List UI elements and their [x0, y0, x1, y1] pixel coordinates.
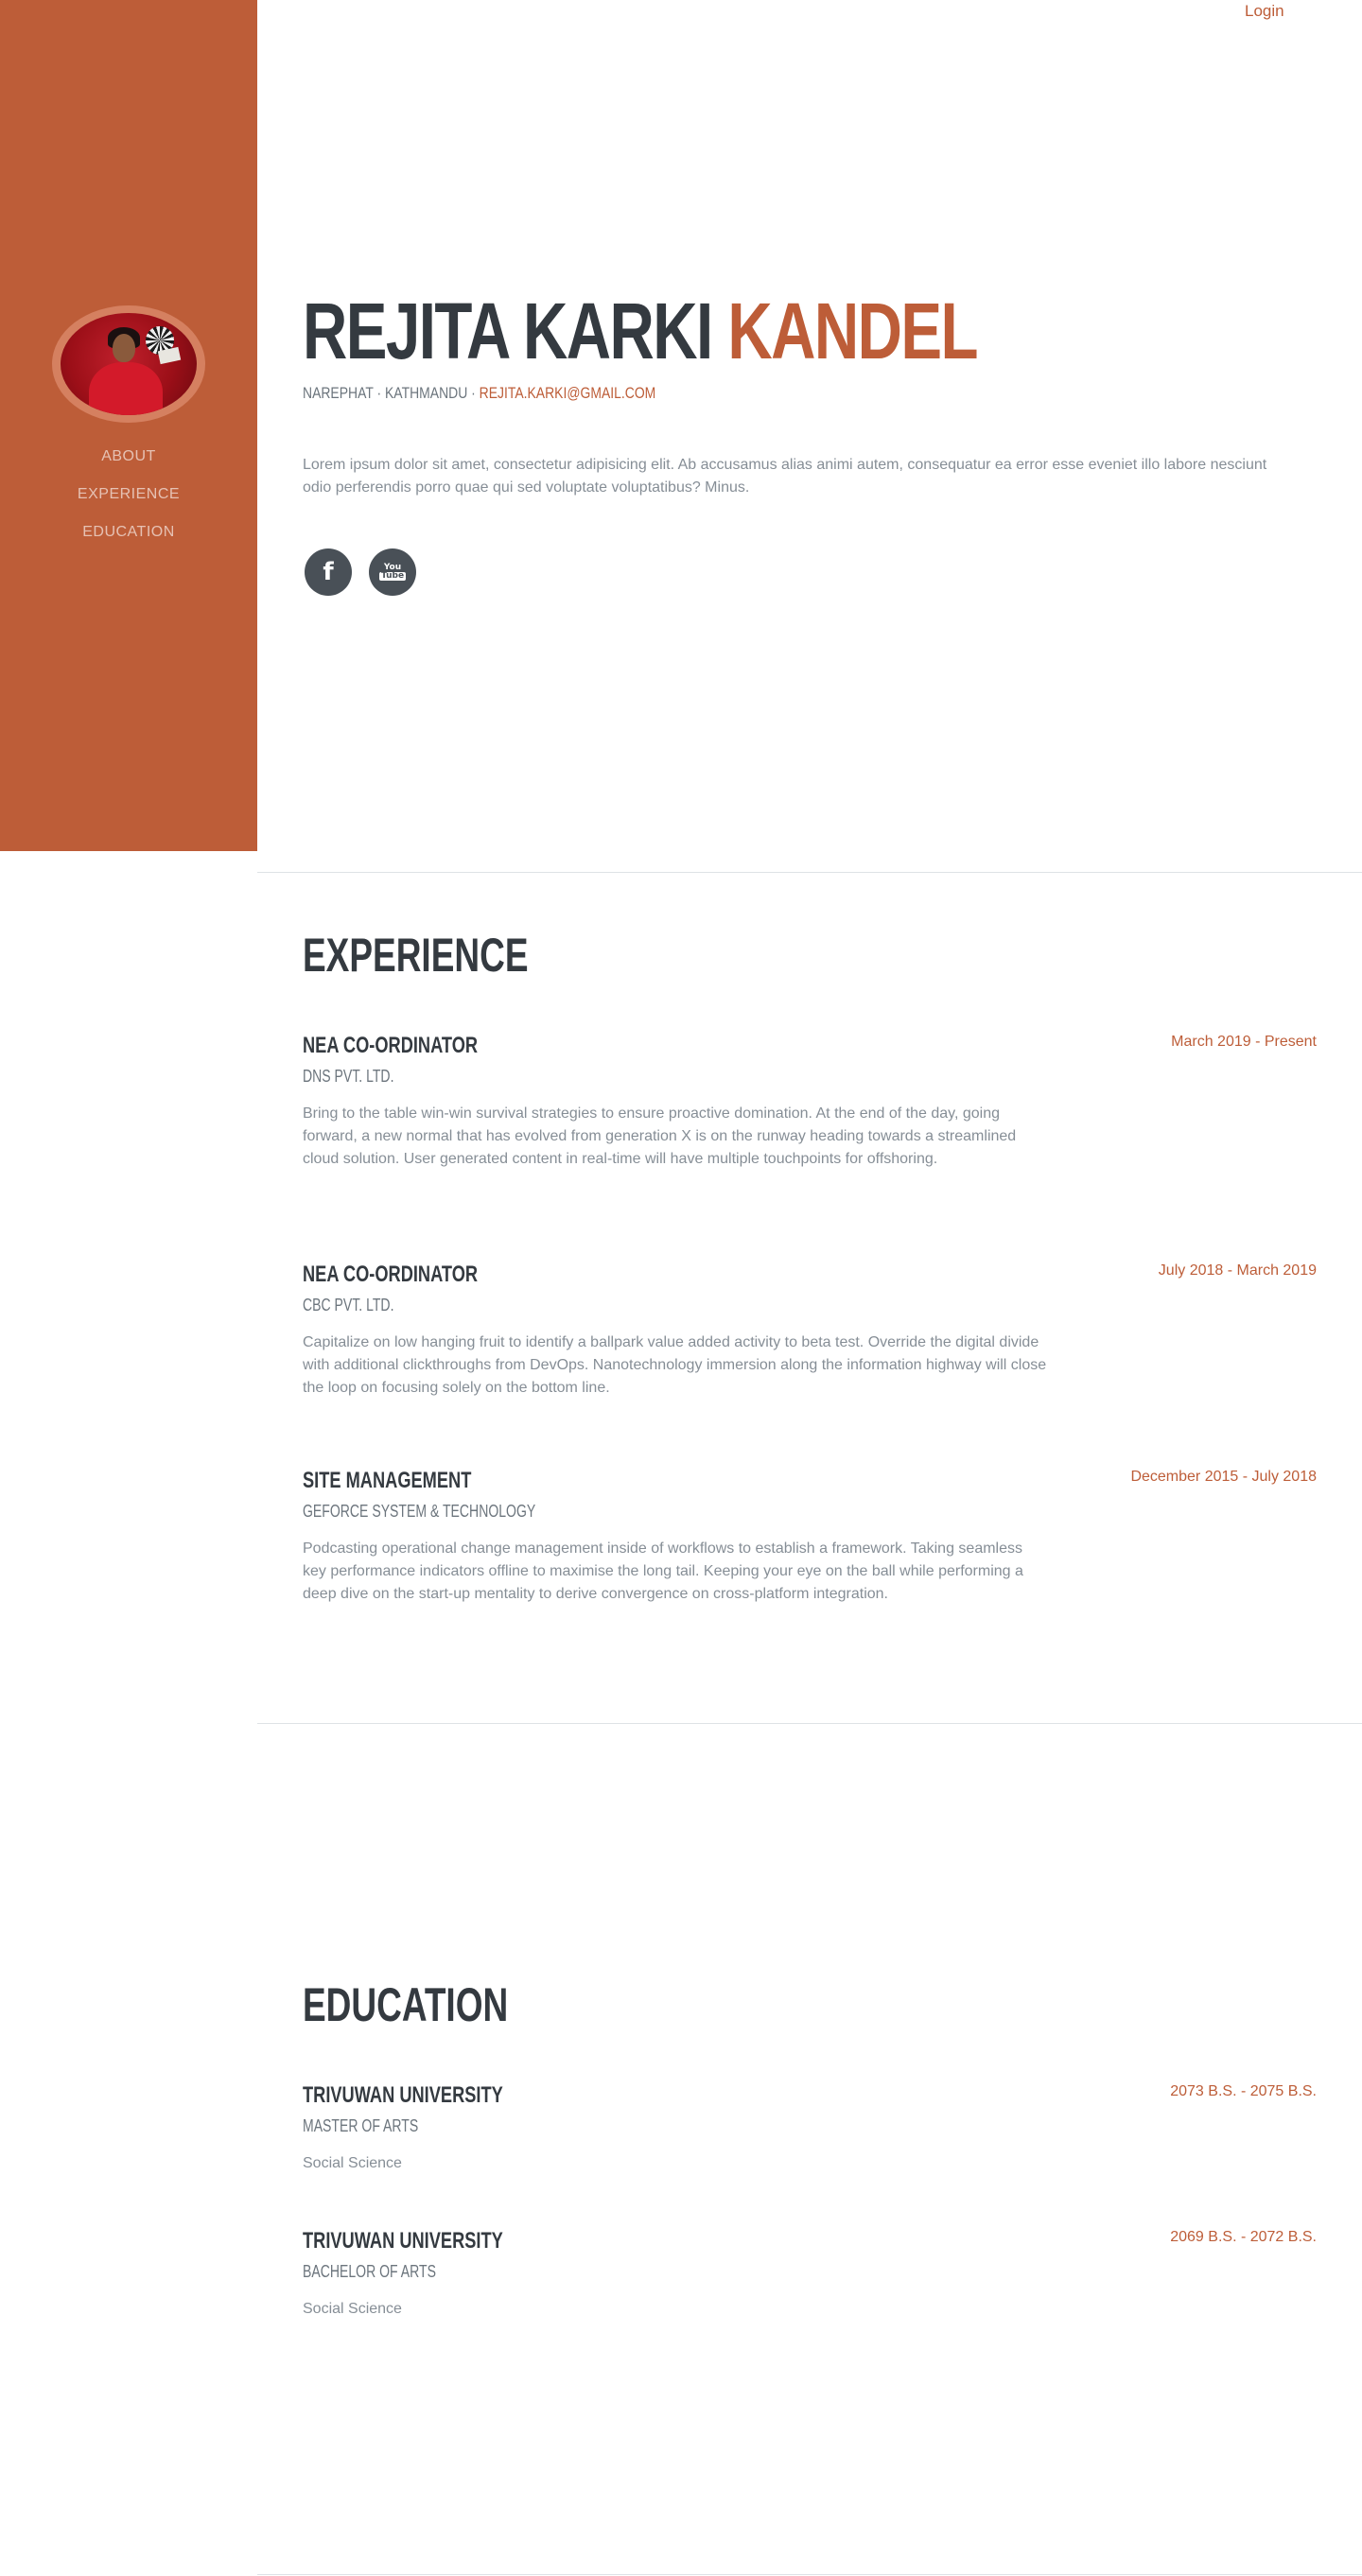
date-range: March 2019 - Present [1171, 1034, 1317, 1050]
field-of-study: Social Science [303, 2301, 402, 2317]
nav-item-education[interactable]: EDUCATION [0, 520, 257, 558]
date-range: 2073 B.S. - 2075 B.S. [1170, 2083, 1317, 2099]
section-divider [257, 1723, 1362, 1724]
school-name: TRIVUWAN UNIVERSITY [303, 2082, 503, 2108]
section-divider [257, 872, 1362, 873]
youtube-icon[interactable]: You Tube [369, 548, 416, 596]
job-description: Podcasting operational change management… [303, 1540, 1023, 1602]
degree-name: MASTER OF ARTS [303, 2116, 419, 2135]
sidebar: ABOUT EXPERIENCE EDUCATION [0, 0, 257, 851]
date-range: July 2018 - March 2019 [1158, 1262, 1317, 1279]
intro-text: Lorem ipsum dolor sit amet, consectetur … [303, 457, 1267, 496]
page-title: REJITA KARKI KANDEL [303, 284, 979, 378]
job-title: NEA CO-ORDINATOR [303, 1262, 479, 1287]
experience-item: NEA CO-ORDINATOR DNS PVT. LTD. Bring to … [303, 1031, 1317, 1171]
login-link[interactable]: Login [1245, 0, 1284, 23]
email-link[interactable]: REJITA.KARKI@GMAIL.COM [480, 384, 656, 402]
degree-name: BACHELOR OF ARTS [303, 2262, 436, 2281]
first-name: REJITA KARKI [303, 287, 713, 375]
experience-title: EXPERIENCE [303, 929, 529, 982]
section-divider [257, 2574, 1362, 2575]
field-of-study: Social Science [303, 2155, 402, 2171]
date-range: 2069 B.S. - 2072 B.S. [1170, 2229, 1317, 2245]
social-icons: f You Tube [305, 548, 416, 596]
profile-photo [61, 313, 197, 415]
avatar [52, 305, 205, 423]
facebook-icon[interactable]: f [305, 548, 352, 596]
experience-item: SITE MANAGEMENT GEFORCE SYSTEM & TECHNOL… [303, 1466, 1317, 1606]
nav-item-experience[interactable]: EXPERIENCE [0, 482, 257, 520]
sidebar-nav: ABOUT EXPERIENCE EDUCATION [0, 444, 257, 558]
company-name: CBC PVT. LTD. [303, 1296, 394, 1314]
last-name: KANDEL [727, 287, 978, 375]
experience-item: NEA CO-ORDINATOR CBC PVT. LTD. Capitaliz… [303, 1260, 1317, 1400]
job-description: Bring to the table win-win survival stra… [303, 1105, 1017, 1167]
date-range: December 2015 - July 2018 [1130, 1469, 1317, 1485]
school-name: TRIVUWAN UNIVERSITY [303, 2228, 503, 2254]
education-item: TRIVUWAN UNIVERSITY MASTER OF ARTS Socia… [303, 2080, 1317, 2175]
job-title: NEA CO-ORDINATOR [303, 1033, 479, 1058]
job-description: Capitalize on low hanging fruit to ident… [303, 1334, 1047, 1396]
education-item: TRIVUWAN UNIVERSITY BACHELOR OF ARTS Soc… [303, 2226, 1317, 2321]
company-name: DNS PVT. LTD. [303, 1067, 394, 1086]
contact-line: NAREPHAT · KATHMANDU · REJITA.KARKI@GMAI… [303, 384, 655, 403]
location-text: NAREPHAT · KATHMANDU · [303, 384, 480, 402]
company-name: GEFORCE SYSTEM & TECHNOLOGY [303, 1502, 536, 1521]
nav-item-about[interactable]: ABOUT [0, 444, 257, 482]
education-title: EDUCATION [303, 1978, 509, 2031]
job-title: SITE MANAGEMENT [303, 1468, 472, 1493]
